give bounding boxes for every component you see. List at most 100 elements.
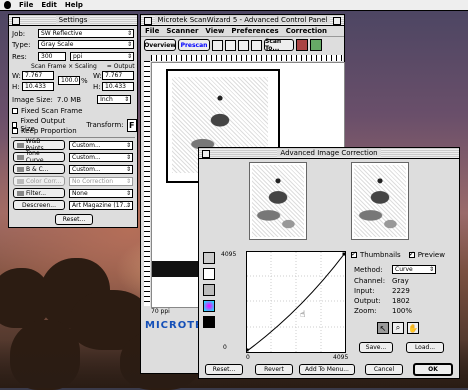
scaling-unit: % (81, 76, 88, 85)
descreen-dropdown[interactable]: Art Magazine (17... (69, 200, 133, 210)
keep-proportion-label: Keep Proportion (21, 127, 77, 135)
apple-icon[interactable] (4, 1, 11, 9)
type-dropdown[interactable]: Gray Scale (38, 40, 134, 49)
color-corr-dropdown: No Correction (69, 176, 133, 186)
curve-axis-zero: 0 (223, 344, 227, 351)
scanwizard-menu: File Scanner View Preferences Correction (141, 26, 344, 37)
close-box-icon[interactable] (144, 17, 152, 25)
sw-menu-preferences[interactable]: Preferences (231, 27, 278, 35)
filter-label: Filter... (26, 189, 47, 197)
settings-titlebar[interactable]: Settings (9, 15, 137, 26)
save-button[interactable]: Save... (359, 342, 393, 353)
filter-icon (17, 190, 24, 196)
overview-button[interactable]: Overview (144, 39, 176, 51)
width-field[interactable]: 7.767 (22, 71, 54, 80)
method-dropdown[interactable]: Curve (392, 265, 436, 274)
prescan-button[interactable]: Prescan (178, 39, 210, 51)
brightness-tool-icon[interactable] (203, 284, 215, 296)
fixed-scan-frame-checkbox[interactable] (12, 108, 18, 114)
hand-tool-icon[interactable] (238, 39, 249, 51)
advanced-image-correction-window: Advanced Image Correction 4095 0 0 4095 … (198, 147, 460, 379)
res-unit-dropdown[interactable]: ppi (70, 52, 134, 61)
menu-edit[interactable]: Edit (41, 1, 57, 9)
scan-to-button[interactable]: Scan To... (264, 38, 294, 52)
scanwizard-titlebar[interactable]: Microtek ScanWizard 5 - Advanced Control… (141, 15, 344, 26)
curve-point[interactable] (342, 252, 346, 256)
zoom-tool-icon[interactable] (225, 39, 236, 51)
scaling-field[interactable]: 100.0 (58, 76, 80, 85)
method-label: Method: (354, 265, 383, 274)
arrow-tool-icon[interactable]: ↖ (377, 322, 389, 334)
wb-points-button[interactable]: W&B Points... (13, 138, 65, 152)
tone-curve-button[interactable]: Tone Curve... (13, 150, 65, 164)
close-box-icon[interactable] (12, 17, 20, 25)
magnifier-tool-icon[interactable]: ⌕ (392, 322, 404, 334)
ok-button[interactable]: OK (413, 363, 453, 376)
hand-tool-icon[interactable]: ✋ (407, 322, 419, 334)
menu-help[interactable]: Help (65, 1, 83, 9)
output-width-field[interactable]: 7.767 (102, 71, 134, 80)
revert-button[interactable]: Revert (255, 364, 293, 375)
curve-tool-icon[interactable] (203, 268, 215, 280)
input-label: Input: (354, 287, 375, 295)
filter-dropdown[interactable]: None (69, 188, 133, 198)
cancel-button[interactable]: Cancel (365, 364, 403, 375)
thumbnails-checkbox[interactable] (351, 250, 357, 258)
rotate-tool-icon[interactable] (251, 39, 262, 51)
zoom-readout: 70 ppi (151, 308, 170, 315)
preview-checkbox[interactable] (408, 250, 415, 258)
thumbnails-label: Thumbnails (360, 251, 401, 259)
job-dropdown[interactable]: SW Reflective (38, 29, 134, 38)
sw-menu-file[interactable]: File (145, 27, 159, 35)
add-to-menu-button[interactable]: Add To Menu... (299, 364, 355, 375)
before-image (252, 165, 304, 237)
wb-points-dropdown[interactable]: Custom... (69, 140, 133, 150)
reset-button[interactable]: Reset... (55, 214, 93, 225)
before-thumbnail (249, 162, 307, 240)
levels-tool-icon[interactable] (203, 252, 215, 264)
tone-curve-dropdown[interactable]: Custom... (69, 152, 133, 162)
sw-menu-view[interactable]: View (205, 27, 224, 35)
close-box-icon[interactable] (202, 150, 210, 158)
curve-axis-right: 4095 (333, 354, 349, 361)
color-tool-icon[interactable] (203, 300, 215, 312)
bc-label: B & C... (26, 165, 49, 173)
channel-value: Gray (392, 277, 409, 285)
curve-point[interactable] (246, 348, 249, 352)
marquee-tool-icon[interactable] (212, 39, 223, 51)
sw-menu-scanner[interactable]: Scanner (166, 27, 198, 35)
descreen-button[interactable]: Descreen... (13, 200, 65, 210)
reset-button[interactable]: Reset... (205, 364, 243, 375)
filter-button[interactable]: Filter... (13, 188, 65, 198)
res-field[interactable]: 300 (38, 52, 66, 61)
shadow-tool-icon[interactable] (203, 316, 215, 328)
unit-dropdown[interactable]: Inch (97, 95, 132, 104)
load-button[interactable]: Load... (406, 342, 444, 353)
sw-menu-correction[interactable]: Correction (286, 27, 327, 35)
tone-curve-graph[interactable]: ☝ (246, 251, 346, 353)
zoom-box-icon[interactable] (333, 17, 341, 25)
output-label: Output: (354, 297, 381, 305)
output-header: = Output (106, 63, 135, 70)
after-thumbnail (351, 162, 409, 240)
height-field[interactable]: 10.433 (22, 82, 54, 91)
transform-button[interactable]: F (126, 118, 137, 132)
color-corr-icon (17, 178, 24, 184)
channel-label: Channel: (354, 277, 386, 285)
aic-titlebar[interactable]: Advanced Image Correction (199, 148, 459, 159)
out-w-label: W: (93, 71, 102, 80)
horizontal-ruler (151, 55, 343, 61)
keep-proportion-checkbox[interactable] (12, 128, 18, 134)
scan-icon[interactable] (296, 39, 308, 51)
bc-button[interactable]: B & C... (13, 164, 65, 174)
tone-curve-label: Tone Curve... (25, 150, 50, 164)
image-size-value: 7.0 MB (56, 95, 82, 104)
scanwizard-toolbar: Overview Prescan Scan To... (144, 38, 322, 52)
menu-file[interactable]: File (19, 1, 33, 9)
zoom-label: Zoom: (354, 307, 377, 315)
output-height-field[interactable]: 10.433 (102, 82, 134, 91)
out-h-label: H: (93, 82, 101, 91)
settings-window: Settings Job: SW Reflective Type: Gray S… (8, 14, 138, 228)
settings-tool-icon[interactable] (310, 39, 322, 51)
bc-dropdown[interactable]: Custom... (69, 164, 133, 174)
